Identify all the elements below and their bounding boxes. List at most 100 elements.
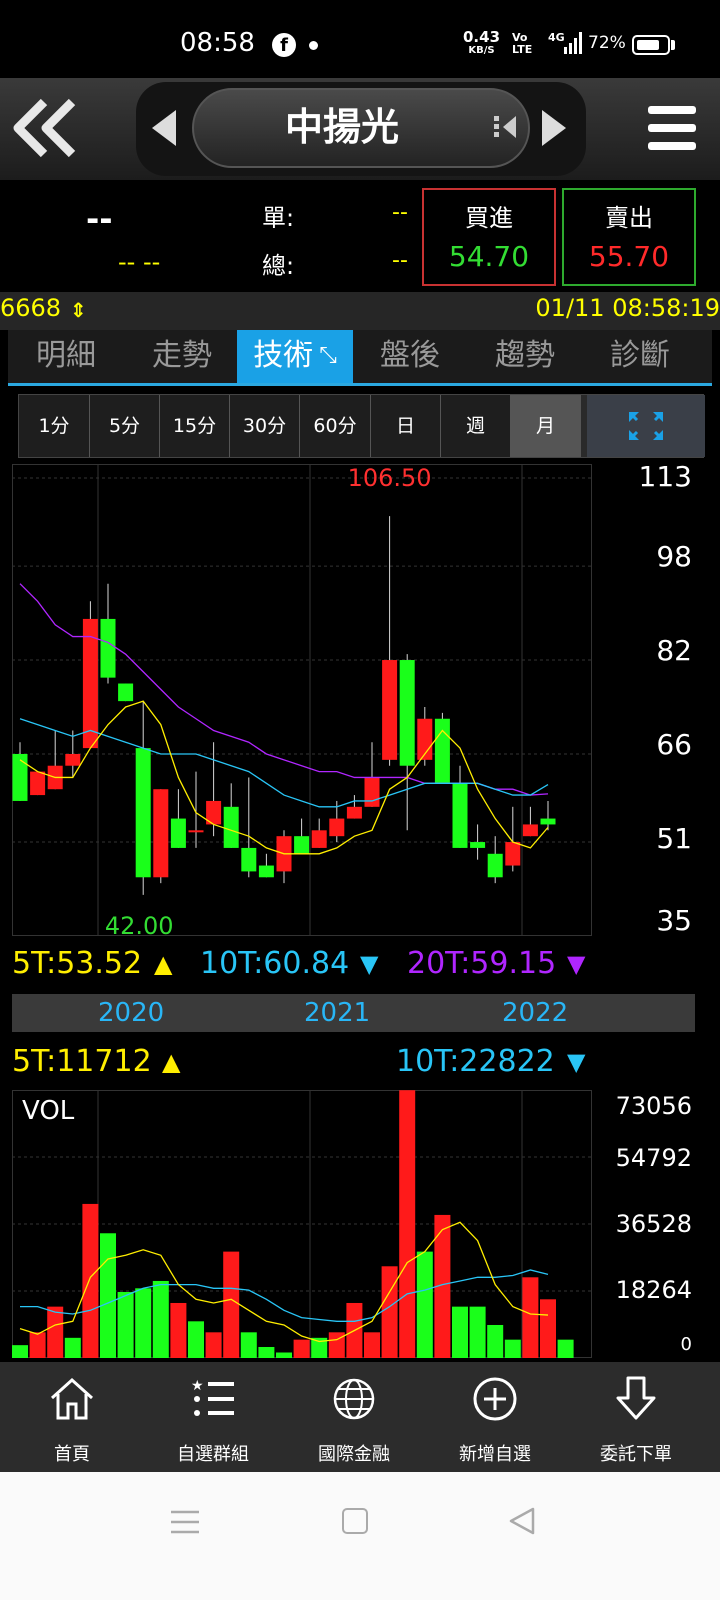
swap-icon[interactable] (492, 112, 518, 142)
volume-bar (152, 1280, 169, 1358)
total-volume-value: -- (392, 248, 408, 273)
y-tick-label: 66 (656, 728, 692, 761)
vol-ma5-label: 5T:11712 (12, 1044, 152, 1079)
network-speed-unit: KB/S (468, 45, 495, 56)
tab-trend-analysis[interactable]: 趨勢 (467, 330, 583, 383)
volume-chart[interactable] (12, 1090, 592, 1358)
tab-bar: 明細 走勢 技術 ⤡ 盤後 趨勢 診斷 (8, 330, 712, 386)
ma10-arrow-icon: ▼ (360, 950, 379, 978)
battery-tip (671, 40, 675, 50)
vol-ma5-line (19, 1221, 549, 1343)
period-60min[interactable]: 60分 (300, 395, 371, 457)
volume-bar (47, 1306, 64, 1358)
volume-bar (452, 1306, 468, 1358)
nav-label: 自選群組 (177, 1444, 249, 1465)
candle-body (223, 806, 239, 848)
app-header: 中揚光 (0, 78, 720, 180)
period-day[interactable]: 日 (371, 395, 441, 457)
back-double-chevron-icon[interactable] (10, 96, 82, 160)
candle-body (505, 842, 521, 866)
tab-diagnosis[interactable]: 診斷 (582, 330, 698, 383)
back-triangle-icon[interactable] (508, 1506, 536, 1536)
candle-body (100, 618, 116, 678)
collapse-icon: ⤡ (319, 343, 337, 368)
stock-name[interactable]: 中揚光 (192, 96, 492, 151)
period-5min[interactable]: 5分 (90, 395, 160, 457)
network-type: 4G (548, 31, 565, 44)
period-15min[interactable]: 15分 (160, 395, 230, 457)
nav-add-watchlist[interactable]: 新增自選 (423, 1362, 567, 1472)
list-icon: ★ (191, 1378, 234, 1416)
candle-body (329, 818, 345, 837)
buy-price: 54.70 (448, 240, 530, 273)
period-week[interactable]: 週 (441, 395, 511, 457)
menu-bar (648, 124, 696, 132)
nav-home[interactable]: 首頁 (0, 1362, 144, 1472)
tab-trend[interactable]: 走勢 (124, 330, 240, 383)
period-month[interactable]: 月 (511, 395, 581, 457)
sell-label: 賣出 (605, 204, 653, 232)
volume-bar (522, 1277, 539, 1358)
candle-body (399, 660, 415, 766)
fullscreen-button[interactable] (587, 395, 705, 457)
tab-technical[interactable]: 技術 ⤡ (237, 330, 353, 383)
ma20-label: 20T:59.15 (407, 946, 557, 981)
vol-y-tick-label: 73056 (615, 1092, 692, 1120)
menu-bar (648, 106, 696, 114)
chart-frame (12, 464, 592, 936)
sell-price: 55.70 (588, 240, 670, 273)
svg-text:★: ★ (191, 1378, 204, 1394)
nav-watchlist-groups[interactable]: ★ 自選群組 (141, 1362, 285, 1472)
volume-bar (205, 1332, 222, 1358)
battery-percent: 72% (588, 33, 626, 53)
period-toolbar: 1分 5分 15分 30分 60分 日 週 月 (18, 394, 705, 458)
status-bar: 08:58 f 0.43 KB/S Vo LTE 4G 72% (0, 0, 720, 78)
total-volume-label: 總: (262, 252, 295, 280)
buy-label: 買進 (465, 204, 513, 232)
nav-international[interactable]: 國際金融 (282, 1362, 426, 1472)
volume-bar (540, 1299, 556, 1358)
sell-box[interactable]: 賣出 55.70 (562, 188, 696, 286)
tab-label: 走勢 (152, 338, 212, 373)
tab-after-hours[interactable]: 盤後 (352, 330, 468, 383)
recent-apps-icon[interactable] (170, 1508, 200, 1536)
tab-details[interactable]: 明細 (8, 330, 124, 383)
period-30min[interactable]: 30分 (230, 395, 300, 457)
volte-indicator: Vo LTE (512, 32, 532, 56)
fullscreen-icon (628, 411, 664, 441)
hamburger-menu-icon[interactable] (648, 104, 696, 152)
vol-y-tick-label: 54792 (615, 1144, 692, 1172)
battery-level (637, 40, 659, 50)
vol-y-tick-label: 36528 (615, 1210, 692, 1238)
ma10-line (19, 718, 549, 808)
volume-arrow-icon: ⇕ (70, 298, 87, 322)
system-nav-bar (0, 1472, 720, 1600)
prev-arrow-icon[interactable] (152, 110, 176, 146)
next-arrow-icon[interactable] (542, 110, 566, 146)
nav-place-order[interactable]: 委託下單 (564, 1362, 708, 1472)
signal-icon: 4G (548, 31, 582, 54)
candle-body (470, 842, 486, 848)
ma10-label: 10T:60.84 (200, 946, 350, 981)
info-bar: 6668 ⇕ 01/11 08:58:19 (0, 292, 720, 330)
volume-bar (82, 1203, 99, 1358)
candle-body (311, 830, 327, 848)
network-speed-value: 0.43 (463, 28, 501, 46)
y-tick-label: 82 (656, 634, 692, 667)
ma20-line (19, 583, 549, 796)
globe-icon (333, 1378, 375, 1420)
home-square-icon[interactable] (342, 1508, 368, 1534)
tab-label: 診斷 (610, 338, 670, 373)
buy-box[interactable]: 買進 54.70 (422, 188, 556, 286)
volume-bar (188, 1321, 204, 1358)
volume-bar (170, 1302, 187, 1358)
period-1min[interactable]: 1分 (19, 395, 90, 457)
candle-body (188, 830, 204, 833)
tab-label: 趨勢 (495, 338, 555, 373)
candlestick-chart[interactable]: 106.50 42.00 (12, 464, 592, 936)
year-label: 2021 (304, 998, 371, 1028)
volume-bar (12, 1345, 28, 1358)
candle-body (346, 806, 362, 819)
nav-label: 國際金融 (318, 1444, 390, 1465)
single-volume-label: 單: (262, 204, 295, 232)
